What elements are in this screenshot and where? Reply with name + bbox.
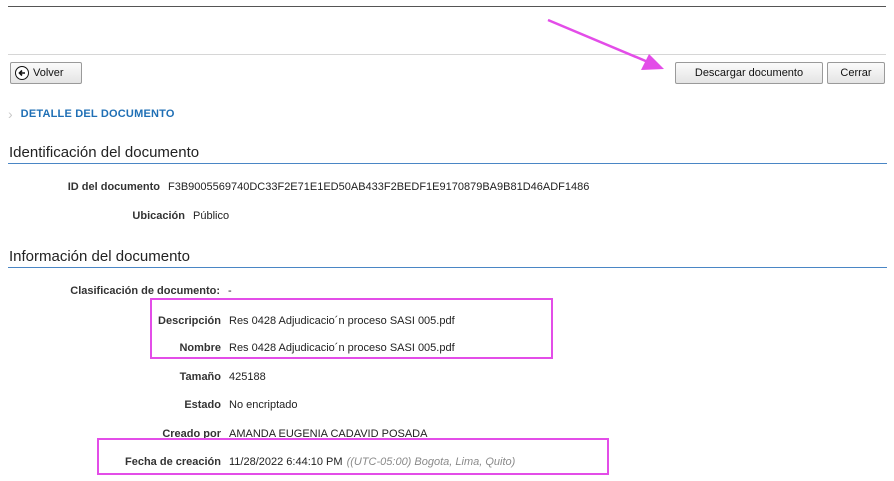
annotation-arrow-icon: [547, 18, 664, 70]
